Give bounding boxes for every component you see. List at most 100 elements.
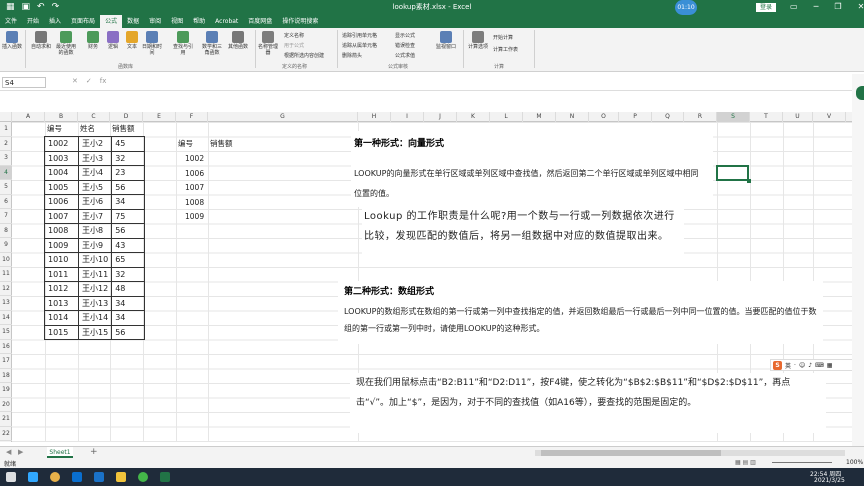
app-icon[interactable]	[72, 472, 82, 482]
tab-home[interactable]: 开始	[22, 15, 44, 28]
ime-voice-icon[interactable]: ♪	[808, 362, 812, 369]
insert-function-button[interactable]: 插入函数	[2, 31, 22, 50]
sheet-nav-right-icon[interactable]: ▶	[18, 448, 23, 456]
tab-page-layout[interactable]: 页面布局	[66, 15, 100, 28]
table-cell[interactable]: 56	[111, 324, 146, 340]
table-header-name[interactable]: 姓名	[80, 122, 95, 137]
user-avatar[interactable]: 01:10	[675, 0, 697, 15]
remove-arrows-button[interactable]: 删除箭头	[342, 52, 362, 59]
recent-functions-button[interactable]: 最近使用的函数	[56, 31, 76, 56]
table-cell[interactable]: 65	[111, 252, 146, 268]
text-button[interactable]: 文本	[122, 31, 142, 50]
logical-button[interactable]: 逻辑	[103, 31, 123, 50]
tab-review[interactable]: 审阅	[144, 15, 166, 28]
table-cell[interactable]: 34	[111, 310, 146, 326]
column-header-b[interactable]: B	[45, 112, 78, 122]
row-header-22[interactable]: 22	[0, 427, 12, 441]
tab-view[interactable]: 视图	[166, 15, 188, 28]
chrome-icon[interactable]	[50, 472, 60, 482]
close-icon[interactable]: ✕	[858, 2, 864, 11]
table-cell[interactable]: 34	[111, 295, 146, 311]
table-cell[interactable]: 王小13	[77, 295, 113, 311]
table-cell[interactable]: 32	[111, 266, 146, 282]
table-cell[interactable]: 王小5	[77, 179, 113, 195]
autosum-button[interactable]: 自动求和	[31, 31, 51, 50]
row-header-3[interactable]: 3	[0, 151, 12, 166]
tab-file[interactable]: 文件	[0, 15, 22, 28]
use-in-formula-button[interactable]: 用于公式	[284, 42, 304, 49]
table-header-sales[interactable]: 销售额	[112, 122, 135, 137]
lookup-id-cell[interactable]: 1009	[185, 210, 204, 225]
tab-acrobat[interactable]: Acrobat	[210, 15, 243, 28]
table-cell[interactable]: 1014	[44, 310, 79, 326]
row-header-14[interactable]: 14	[0, 311, 12, 325]
more-functions-button[interactable]: 其他函数	[228, 31, 248, 50]
row-header-18[interactable]: 18	[0, 369, 12, 383]
add-sheet-button[interactable]: +	[90, 447, 98, 457]
column-header-k[interactable]: K	[457, 112, 490, 122]
row-header-7[interactable]: 7	[0, 209, 12, 224]
ime-keyboard-icon[interactable]: ⌨	[815, 362, 824, 369]
table-cell[interactable]: 王小10	[77, 252, 113, 268]
create-from-selection-button[interactable]: 根据所选内容创建	[284, 52, 324, 59]
column-header-v[interactable]: V	[813, 112, 846, 122]
table-cell[interactable]: 王小8	[77, 223, 113, 239]
column-header-a[interactable]: A	[12, 112, 45, 122]
name-box[interactable]: S4	[2, 77, 46, 88]
lookup-reference-button[interactable]: 查找与引用	[173, 31, 193, 56]
horizontal-scrollbar[interactable]	[535, 450, 845, 456]
folder-icon[interactable]	[116, 472, 126, 482]
column-header-c[interactable]: C	[78, 112, 110, 122]
table-cell[interactable]: 1009	[44, 237, 79, 253]
column-header-o[interactable]: O	[589, 112, 619, 122]
maximize-icon[interactable]: ❐	[834, 2, 841, 11]
column-header-f[interactable]: F	[176, 112, 208, 122]
row-header-6[interactable]: 6	[0, 195, 12, 209]
table-cell[interactable]: 王小6	[77, 194, 113, 210]
column-header-n[interactable]: N	[556, 112, 589, 122]
column-header-q[interactable]: Q	[652, 112, 684, 122]
table-cell[interactable]: 1008	[44, 223, 79, 239]
watch-window-button[interactable]: 监视窗口	[436, 31, 456, 50]
zoom-slider[interactable]	[772, 462, 832, 463]
tab-help[interactable]: 帮助	[188, 15, 210, 28]
column-header-t[interactable]: T	[750, 112, 783, 122]
tab-baidu-netdisk[interactable]: 百度网盘	[243, 15, 277, 28]
ime-emoji-icon[interactable]: ☺	[799, 362, 805, 369]
table-cell[interactable]: 1004	[44, 165, 79, 181]
row-header-21[interactable]: 21	[0, 412, 12, 427]
row-header-2[interactable]: 2	[0, 137, 12, 151]
column-header-j[interactable]: J	[424, 112, 457, 122]
row-header-17[interactable]: 17	[0, 354, 12, 369]
column-header-s[interactable]: S	[717, 112, 750, 122]
error-checking-button[interactable]: 错误检查	[395, 42, 415, 49]
column-header-l[interactable]: L	[490, 112, 523, 122]
row-header-4[interactable]: 4	[0, 165, 12, 180]
minimize-icon[interactable]: ─	[814, 2, 819, 11]
column-header-i[interactable]: I	[391, 112, 424, 122]
row-header-1[interactable]: 1	[0, 122, 12, 137]
insert-function-icon[interactable]: fx	[100, 77, 107, 85]
wechat-icon[interactable]	[138, 472, 148, 482]
table-cell[interactable]: 王小9	[77, 237, 113, 253]
select-all-corner[interactable]	[0, 112, 12, 122]
financial-button[interactable]: 财务	[83, 31, 103, 50]
column-header-g[interactable]: G	[208, 112, 358, 122]
tab-insert[interactable]: 插入	[44, 15, 66, 28]
table-header-id[interactable]: 编号	[47, 122, 62, 137]
table-cell[interactable]: 王小2	[77, 136, 113, 152]
table-cell[interactable]: 1005	[44, 179, 79, 195]
column-header-e[interactable]: E	[143, 112, 176, 122]
table-cell[interactable]: 王小11	[77, 266, 113, 282]
table-cell[interactable]: 1002	[44, 136, 79, 152]
table-cell[interactable]: 1012	[44, 281, 79, 297]
row-header-12[interactable]: 12	[0, 282, 12, 296]
define-name-button[interactable]: 定义名称	[284, 32, 304, 39]
trace-precedents-button[interactable]: 追踪引用单元格	[342, 32, 377, 39]
table-cell[interactable]: 王小7	[77, 208, 113, 224]
table-cell[interactable]: 王小14	[77, 310, 113, 326]
row-header-5[interactable]: 5	[0, 180, 12, 195]
calculation-options-button[interactable]: 计算选项	[468, 31, 488, 50]
evaluate-formula-button[interactable]: 公式求值	[395, 52, 415, 59]
side-pane-toggle-icon[interactable]	[856, 86, 864, 100]
